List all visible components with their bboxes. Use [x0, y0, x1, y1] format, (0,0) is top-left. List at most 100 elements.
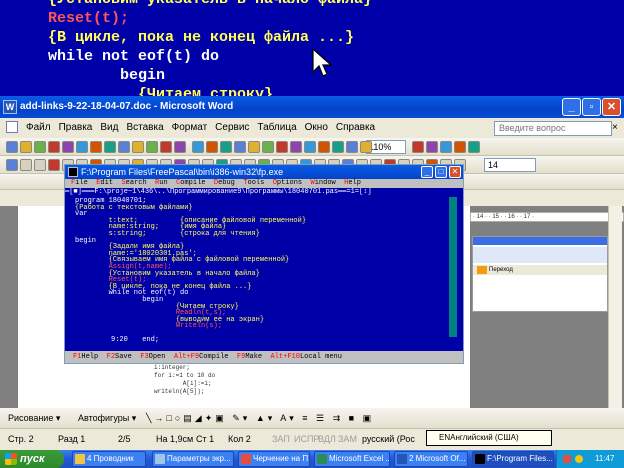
vertical-scrollbar[interactable] [608, 206, 622, 408]
toolbar-icon[interactable] [426, 141, 438, 153]
toolbar-icon[interactable] [276, 141, 288, 153]
toolbar-icon[interactable] [220, 141, 232, 153]
restore-button[interactable]: ▫ [582, 98, 601, 116]
taskbar-button[interactable]: Microsoft Excel ... [314, 451, 390, 467]
code-line[interactable]: Writeln(s); [75, 322, 222, 330]
toolbar-icon[interactable] [20, 141, 32, 153]
fp-status-key: F3 [140, 353, 149, 361]
fp-menu-item[interactable]: Run [155, 179, 176, 187]
toolbar-icon[interactable] [262, 141, 274, 153]
fp-menu-item[interactable]: Search [121, 179, 155, 187]
menu-item[interactable]: Правка [55, 118, 97, 138]
toolbar-icon[interactable] [132, 141, 144, 153]
fp-close-button[interactable]: ✕ [449, 166, 461, 178]
toolbar-icon[interactable] [62, 141, 74, 153]
toolbar-icon[interactable] [412, 141, 424, 153]
toolbar-icon[interactable] [360, 141, 372, 153]
toolbar-icon[interactable] [90, 141, 102, 153]
fp-menu-item[interactable]: File [71, 179, 96, 187]
toolbar-icon[interactable] [206, 141, 218, 153]
draw-shape-icons[interactable]: ╲→□○▤◢✦▣ ✎▾ ▲▾ A▾ ≡ ☰ ⇉ ■ ▣ [146, 408, 374, 428]
toolbar-icon[interactable] [318, 141, 330, 153]
system-tray: 11:47 [556, 450, 624, 468]
document-close-icon[interactable]: × [612, 121, 622, 135]
fp-status-item[interactable]: F3Open [140, 353, 174, 361]
toolbar-icon[interactable] [290, 141, 302, 153]
fp-status-item[interactable]: F9Make [237, 353, 271, 361]
toolbar-icon[interactable] [118, 141, 130, 153]
zoom-select[interactable]: 110% [366, 140, 406, 154]
status-page: Стр. 2 [8, 434, 34, 444]
toolbar-icon[interactable] [346, 141, 358, 153]
menu-item[interactable]: Вид [96, 118, 122, 138]
toolbar-icon[interactable] [6, 141, 18, 153]
toolbar-icon[interactable] [332, 141, 344, 153]
fp-menu-item[interactable]: Debug [214, 179, 243, 187]
font-size-select[interactable]: 14 [484, 158, 536, 172]
menu-item[interactable]: Сервис [211, 118, 253, 138]
taskbar-button[interactable]: F:\Program Files... [472, 451, 554, 467]
autoshapes-menu-button[interactable]: Автофигуры ▾ [78, 408, 136, 428]
taskbar-button[interactable]: Параметры экр... [152, 451, 234, 467]
fp-menu-item[interactable]: Tools [243, 179, 272, 187]
start-button[interactable]: пуск [0, 450, 64, 468]
menu-item[interactable]: Вставка [122, 118, 167, 138]
fp-menu-item[interactable]: Edit [96, 179, 121, 187]
minimize-button[interactable]: _ [562, 98, 581, 116]
status-rec[interactable]: ЗАП [272, 429, 290, 449]
toolbar-icon[interactable] [304, 141, 316, 153]
menu-item[interactable]: Окно [301, 118, 332, 138]
fp-menu-item[interactable]: Compile [176, 179, 214, 187]
toolbar-icon[interactable] [104, 141, 116, 153]
fp-maximize-button[interactable]: □ [435, 166, 447, 178]
horizontal-ruler[interactable]: · 14 · · 15 · · 16 · · 17 · [470, 212, 624, 222]
fp-editor[interactable]: ═[■]═══F:\proje~1\436\..\Программировани… [65, 188, 463, 349]
toolbar-icon[interactable] [440, 141, 452, 153]
menu-item[interactable]: Таблица [253, 118, 300, 138]
fp-menu-item[interactable]: Help [344, 179, 369, 187]
toolbar-icon[interactable] [48, 141, 60, 153]
fp-status-item[interactable]: F1Help [73, 353, 107, 361]
fp-status-item[interactable]: F2Save [107, 353, 141, 361]
taskbar-button[interactable]: 2 Microsoft Of... [394, 451, 468, 467]
menu-item[interactable]: Формат [168, 118, 212, 138]
format-icon[interactable] [20, 159, 32, 171]
tray-volume-icon[interactable] [575, 455, 583, 463]
fp-menu-item[interactable]: Window [311, 179, 345, 187]
toolbar-icon[interactable] [146, 141, 158, 153]
fp-status-item[interactable]: Alt+F10Local menu [271, 353, 351, 361]
taskbar-button[interactable]: Черчение на П... [238, 451, 310, 467]
fp-status-item[interactable]: Alt+F9Compile [174, 353, 237, 361]
tray-app-icon[interactable] [563, 455, 571, 463]
toolbar-icon[interactable] [454, 141, 466, 153]
toolbar-icon[interactable] [192, 141, 204, 153]
toolbar-icon[interactable] [468, 141, 480, 153]
fp-menu-item[interactable]: Options [273, 179, 311, 187]
word-title-bar[interactable]: W add-links-9-22-18-04-07.doc - Microsof… [0, 96, 624, 118]
taskbar-button[interactable]: 4 Проводник [72, 451, 146, 467]
close-button[interactable]: ✕ [602, 98, 621, 116]
toolbar-icon[interactable] [76, 141, 88, 153]
menu-item[interactable]: Файл [22, 118, 55, 138]
format-icon[interactable] [48, 159, 60, 171]
code-line[interactable]: s:string; {строка для чтения} [75, 230, 260, 238]
code-line[interactable]: {Работа с текстовым файлами} [75, 204, 193, 212]
status-language[interactable]: русский (Рос [362, 429, 415, 449]
fp-title-bar[interactable]: F:\Program Files\FreePascal\bin\i386-win… [65, 165, 463, 179]
clock[interactable]: 11:47 [595, 450, 614, 468]
toolbar-icon[interactable] [174, 141, 186, 153]
format-icon[interactable] [34, 159, 46, 171]
fp-minimize-button[interactable]: _ [421, 166, 433, 178]
status-track[interactable]: ИСПР [294, 429, 319, 449]
format-icon[interactable] [6, 159, 18, 171]
menu-item[interactable]: Справка [332, 118, 379, 138]
toolbar-icon[interactable] [160, 141, 172, 153]
help-question-input[interactable]: Введите вопрос [494, 121, 612, 136]
toolbar-icon[interactable] [234, 141, 246, 153]
editor-scrollbar[interactable] [449, 197, 457, 337]
toolbar-icon[interactable] [34, 141, 46, 153]
drawing-menu-button[interactable]: Рисование ▾ [8, 408, 60, 428]
toolbar-icon[interactable] [248, 141, 260, 153]
status-overtype[interactable]: ЗАМ [338, 429, 357, 449]
status-extend[interactable]: ВДЛ [318, 429, 336, 449]
